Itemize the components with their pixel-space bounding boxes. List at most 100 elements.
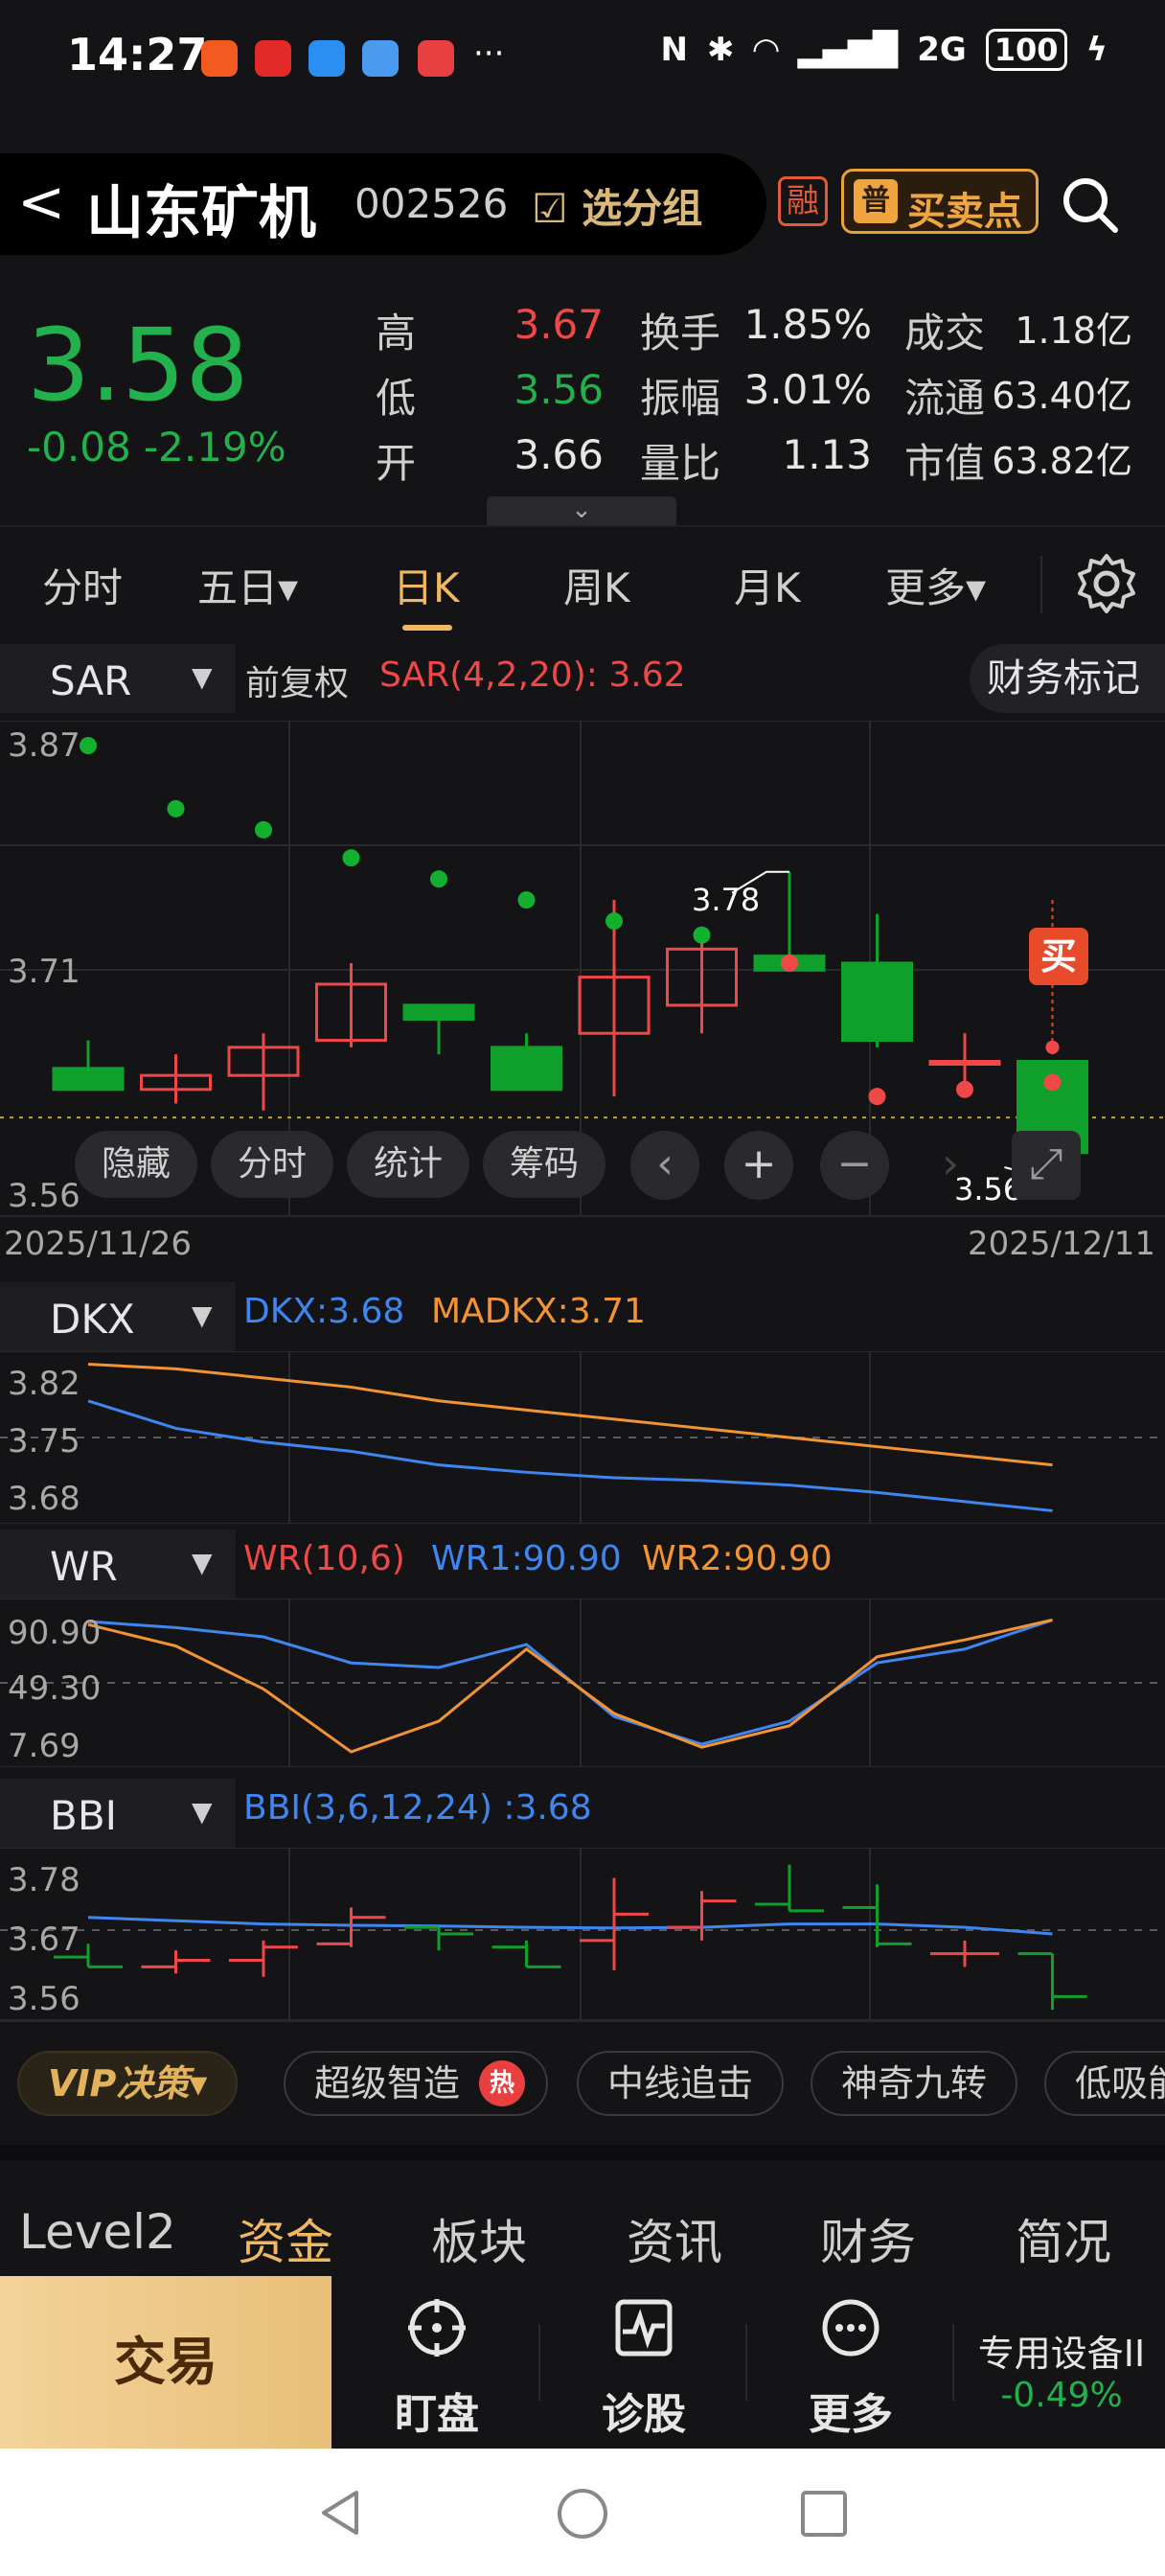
charging-icon: ϟ bbox=[1085, 31, 1108, 69]
tab-news[interactable]: 资讯 bbox=[627, 2204, 722, 2273]
search-icon[interactable] bbox=[1060, 174, 1121, 236]
divider bbox=[952, 2324, 954, 2401]
y-axis-bottom: 3.56 bbox=[8, 1177, 80, 1215]
buy-signal-badge[interactable]: 买 bbox=[1029, 928, 1088, 985]
finance-marker-button[interactable]: 财务标记 bbox=[970, 644, 1165, 713]
tab-five-day[interactable]: 五日▾ bbox=[197, 556, 298, 614]
back-icon[interactable]: < bbox=[17, 169, 65, 236]
indicator-select-bbi[interactable]: BBI ▼ bbox=[0, 1779, 236, 1848]
sar-value: 3.62 bbox=[608, 656, 686, 695]
sar-params: SAR(4,2,20): 3.62 bbox=[379, 656, 686, 695]
dropdown-icon: ▼ bbox=[192, 661, 213, 693]
signal-label: 2G bbox=[917, 31, 967, 69]
diagnose-button[interactable]: 诊股 bbox=[548, 2276, 740, 2449]
expand-handle[interactable]: ⌄ bbox=[487, 496, 676, 525]
trade-button[interactable]: 交易 bbox=[0, 2276, 331, 2449]
candle-body bbox=[491, 1046, 562, 1092]
intraday-button[interactable]: 分时 bbox=[211, 1131, 333, 1198]
tab-profile[interactable]: 简况 bbox=[1016, 2204, 1111, 2273]
tab-more[interactable]: 更多▾ bbox=[885, 556, 986, 614]
sar-dot bbox=[255, 820, 272, 839]
adjust-label[interactable]: 前复权 bbox=[245, 656, 349, 705]
madkx-line bbox=[87, 1363, 1053, 1467]
value-turnover: 1.85% bbox=[743, 301, 872, 348]
nav-recents-icon[interactable] bbox=[799, 2489, 849, 2539]
sector-change: -0.49% bbox=[1000, 2376, 1123, 2415]
tab-monthly-k[interactable]: 月K bbox=[734, 556, 801, 614]
dropdown-icon: ▼ bbox=[192, 1547, 213, 1578]
value-low: 3.56 bbox=[514, 366, 604, 413]
indicator-select-wr[interactable]: WR ▼ bbox=[0, 1530, 236, 1598]
wr2-line bbox=[87, 1618, 1053, 1754]
date-end: 2025/12/11 bbox=[968, 1225, 1155, 1263]
more-dots-icon bbox=[822, 2299, 879, 2357]
active-tab-indicator bbox=[402, 625, 452, 631]
value-volume-ratio: 1.13 bbox=[782, 431, 872, 478]
tab-sectors[interactable]: 板块 bbox=[431, 2204, 527, 2273]
zoom-in-icon[interactable]: + bbox=[724, 1131, 793, 1200]
price-change: -0.08 -2.19% bbox=[27, 424, 286, 471]
buy-dot bbox=[1045, 1040, 1060, 1054]
chips-button[interactable]: 筹码 bbox=[483, 1131, 605, 1198]
change-value: -0.08 bbox=[27, 424, 131, 471]
margin-badge[interactable]: 融 bbox=[778, 176, 828, 226]
tab-daily-k[interactable]: 日K bbox=[393, 556, 460, 614]
date-start: 2025/11/26 bbox=[4, 1225, 192, 1263]
more-button[interactable]: 更多 bbox=[755, 2276, 947, 2449]
signal-icon: ▂▄▆█ bbox=[797, 31, 899, 69]
diagnose-label: 诊股 bbox=[602, 2390, 686, 2439]
label-volume: 成交 bbox=[904, 310, 986, 356]
watch-button[interactable]: 盯盘 bbox=[341, 2276, 533, 2449]
label-turnover: 换手 bbox=[640, 310, 721, 356]
tab-intraday[interactable]: 分时 bbox=[42, 556, 123, 614]
fullscreen-icon[interactable]: ⤢ bbox=[1012, 1131, 1081, 1200]
next-icon[interactable]: › bbox=[916, 1131, 985, 1200]
wr-chart[interactable] bbox=[0, 1598, 1165, 1767]
action-bar: 交易 盯盘 诊股 更多 专用设备II -0.49% bbox=[0, 2276, 1165, 2449]
indicator-select-dkx[interactable]: DKX ▼ bbox=[0, 1282, 236, 1351]
stock-name: 山东矿机 bbox=[86, 180, 316, 247]
sar-dot bbox=[605, 912, 623, 931]
hot-badge: 热 bbox=[479, 2060, 525, 2106]
sar-label: SAR(4,2,20): bbox=[379, 656, 598, 695]
value-float: 63.40亿 bbox=[992, 375, 1132, 417]
strategy-low-buy[interactable]: 低吸能 bbox=[1044, 2051, 1165, 2116]
sar-dot bbox=[167, 799, 185, 817]
wr2-value: WR2:90.90 bbox=[642, 1539, 833, 1578]
y-axis-mid: 3.71 bbox=[8, 953, 80, 991]
zoom-out-icon[interactable]: − bbox=[820, 1131, 889, 1200]
settings-gear-icon[interactable] bbox=[1073, 550, 1140, 617]
system-nav-bar bbox=[0, 2449, 1165, 2576]
add-group-label: 选分组 bbox=[582, 185, 703, 232]
add-group-button[interactable]: ☑ 选分组 bbox=[532, 176, 702, 235]
status-bar: 14:27 ··· N ✱ ◠ ▂▄▆█ 2G 100 ϟ bbox=[0, 0, 1165, 120]
indicator-name: WR bbox=[50, 1543, 118, 1590]
label-high: 高 bbox=[376, 310, 417, 356]
strategy-midline[interactable]: 中线追击 bbox=[577, 2051, 785, 2116]
tab-funds[interactable]: 资金 bbox=[238, 2204, 333, 2273]
divider bbox=[745, 2324, 747, 2401]
hide-button[interactable]: 隐藏 bbox=[75, 1131, 197, 1198]
madkx-value: MADKX:3.71 bbox=[431, 1292, 646, 1331]
indicator-select-sar[interactable]: SAR ▼ bbox=[0, 644, 236, 713]
strategy-nine-turn[interactable]: 神奇九转 bbox=[811, 2051, 1018, 2116]
vip-decision-button[interactable]: VIP决策▾ bbox=[17, 2051, 239, 2116]
dkx-chart[interactable] bbox=[0, 1351, 1165, 1524]
tab-finance[interactable]: 财务 bbox=[820, 2204, 916, 2273]
nav-home-icon[interactable] bbox=[556, 2487, 609, 2541]
change-pct: -2.19% bbox=[144, 424, 286, 471]
buy-sell-points-button[interactable]: 普 买卖点 bbox=[841, 169, 1039, 234]
tab-level2[interactable]: Level2 bbox=[19, 2204, 176, 2260]
dkx-line bbox=[87, 1399, 1053, 1512]
bbi-chart[interactable] bbox=[0, 1848, 1165, 2020]
label-volume-ratio: 量比 bbox=[640, 440, 721, 487]
sar-dot bbox=[868, 1088, 886, 1106]
value-high: 3.67 bbox=[514, 301, 604, 348]
tab-weekly-k[interactable]: 周K bbox=[563, 556, 630, 614]
prev-icon[interactable]: ‹ bbox=[630, 1131, 699, 1200]
y-axis-top: 3.87 bbox=[8, 726, 80, 765]
stats-button[interactable]: 统计 bbox=[347, 1131, 469, 1198]
sector-name[interactable]: 专用设备II bbox=[958, 2324, 1165, 2377]
nav-back-icon[interactable] bbox=[314, 2487, 366, 2539]
divider bbox=[538, 2324, 540, 2401]
